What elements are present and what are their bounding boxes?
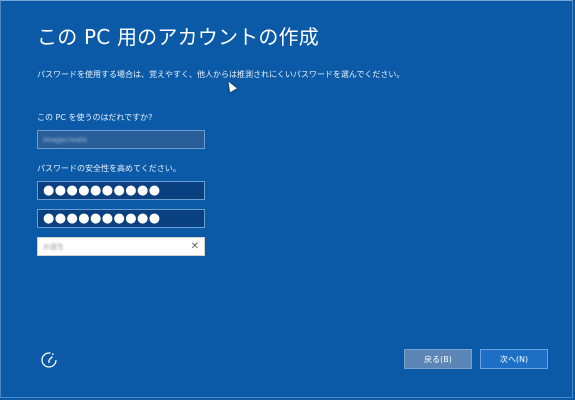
- username-value: imagecreate: [43, 135, 88, 144]
- password-mask: ●●●●●●●●●●: [43, 183, 161, 198]
- page-title: この PC 用のアカウントの作成: [37, 25, 319, 49]
- password-input[interactable]: ●●●●●●●●●●: [37, 181, 205, 200]
- password-confirm-input[interactable]: ●●●●●●●●●●: [37, 209, 205, 228]
- account-setup-screen: この PC 用のアカウントの作成 パスワードを使用する場合は、覚えやすく、他人か…: [0, 0, 573, 398]
- back-button[interactable]: 戻る(B): [404, 349, 472, 369]
- clear-icon[interactable]: ✕: [191, 241, 199, 252]
- password-label: パスワードの安全性を高めてください。: [37, 164, 181, 173]
- mouse-cursor-icon: [225, 79, 237, 93]
- next-button[interactable]: 次へ(N): [480, 349, 548, 369]
- password-confirm-mask: ●●●●●●●●●●: [43, 211, 161, 226]
- password-hint-value: お誕生: [43, 242, 64, 251]
- password-hint-input[interactable]: お誕生 ✕: [37, 237, 205, 256]
- ease-of-access-icon[interactable]: [39, 350, 59, 370]
- username-input[interactable]: imagecreate: [37, 130, 205, 149]
- username-label: この PC を使うのはだれですか?: [37, 113, 153, 122]
